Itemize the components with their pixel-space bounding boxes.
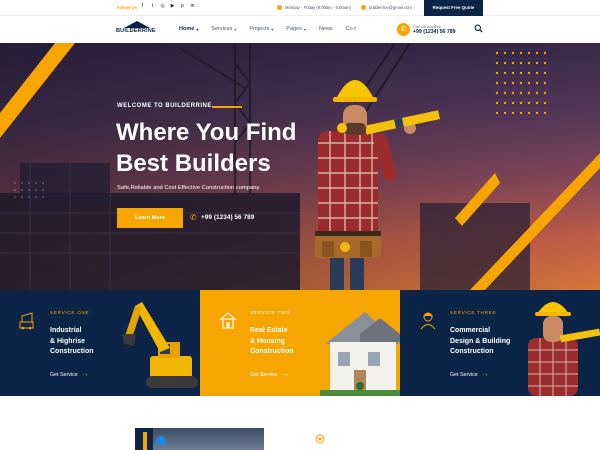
get-service-link[interactable]: Get Service → bbox=[50, 371, 89, 378]
nav-label: Projects bbox=[249, 26, 270, 32]
email-text[interactable]: builderrine@gmail.com bbox=[369, 5, 412, 10]
hero-background-art bbox=[0, 43, 600, 290]
blue-badge bbox=[156, 436, 166, 446]
learn-more-button[interactable]: Learn More bbox=[117, 208, 183, 228]
logo-roof-mark bbox=[124, 21, 150, 28]
nav-label: Services bbox=[211, 26, 233, 32]
crane-icon bbox=[19, 312, 34, 330]
hero-headline: Where You Find Best Builders bbox=[116, 117, 296, 179]
engineer-icon bbox=[420, 312, 436, 330]
chevron-down-icon: ▾ bbox=[303, 26, 306, 32]
arrow-right-icon: → bbox=[481, 371, 489, 378]
service-card-commercial[interactable]: SERVICE THREE Commercial Design & Buildi… bbox=[400, 290, 600, 396]
get-service-link[interactable]: Get Service → bbox=[450, 371, 489, 378]
youtube-icon[interactable]: ▶ bbox=[170, 4, 175, 9]
house-icon bbox=[219, 312, 237, 329]
pinterest-icon[interactable]: p bbox=[180, 4, 185, 9]
phone-icon: ✆ bbox=[190, 213, 197, 222]
excavator-illustration bbox=[122, 302, 198, 388]
service-title-line: Real Estate bbox=[250, 327, 288, 334]
hero-headline-line2: Best Builders bbox=[116, 150, 271, 177]
nav-item-pages[interactable]: Pages ▾ bbox=[286, 26, 306, 32]
chevron-down-icon: ▾ bbox=[234, 26, 237, 32]
service-title: Real Estate & Housing Construction bbox=[250, 326, 320, 358]
email-info[interactable]: builderrine@gmail.com bbox=[361, 5, 412, 10]
nav-label: Pages bbox=[286, 26, 302, 32]
service-title-line: Design & Building bbox=[450, 337, 511, 345]
logo[interactable]: BUILDERRINE bbox=[116, 21, 158, 35]
hours-info: Monday - Friday (9:00am - 5:00am) bbox=[277, 5, 351, 10]
call-number[interactable]: +99 (1234) 56 789 bbox=[413, 29, 456, 35]
main-nav: Home ▾ Services ▾ Projects ▾ Pages ▾ News Co… bbox=[179, 26, 369, 32]
get-service-label: Get Service bbox=[250, 371, 278, 378]
award-icon bbox=[315, 434, 325, 444]
hero-banner: WELCOME TO BUILDERRINE Where You Find Be… bbox=[0, 43, 600, 290]
service-label: SERVICE ONE bbox=[50, 311, 90, 316]
get-service-label: Get Service bbox=[450, 371, 478, 378]
logo-text: BUILDERRINE bbox=[116, 28, 156, 34]
twitter-icon[interactable]: t bbox=[150, 4, 155, 9]
top-bar: Follow Us f t ◎ ▶ p in Monday - Friday (… bbox=[0, 0, 600, 16]
service-label: SERVICE TWO bbox=[250, 311, 291, 316]
nav-item-contact[interactable]: Co t bbox=[346, 26, 356, 32]
hours-text: Monday - Friday (9:00am - 5:00am) bbox=[285, 5, 351, 10]
hero-tagline: Safe,Reliable and Cost Effective Constru… bbox=[117, 185, 261, 191]
service-title-line: & Highrise bbox=[50, 337, 86, 345]
builder-illustration bbox=[528, 302, 600, 396]
services-strip: SERVICE ONE Industrial & Highrise Constr… bbox=[0, 290, 600, 396]
clock-icon bbox=[277, 5, 282, 10]
welcome-accent-line bbox=[212, 106, 242, 108]
chevron-down-icon: ▾ bbox=[196, 26, 199, 32]
service-card-real-estate[interactable]: SERVICE TWO Real Estate & Housing Constr… bbox=[200, 290, 400, 396]
nav-item-projects[interactable]: Projects ▾ bbox=[249, 26, 273, 32]
nav-label: Home bbox=[179, 26, 195, 32]
facebook-icon[interactable]: f bbox=[140, 4, 145, 9]
main-header: BUILDERRINE Home ▾ Services ▾ Projects ▾ Pa… bbox=[0, 16, 600, 43]
social-links: f t ◎ ▶ p in bbox=[140, 4, 195, 9]
nav-label: News bbox=[318, 26, 333, 32]
hero-welcome: WELCOME TO BUILDERRINE bbox=[117, 103, 212, 109]
linkedin-icon[interactable]: in bbox=[190, 4, 195, 9]
service-title-line: Construction bbox=[50, 348, 94, 355]
hero-phone[interactable]: +99 (1234) 56 789 bbox=[201, 214, 254, 221]
instagram-icon[interactable]: ◎ bbox=[160, 4, 165, 9]
service-title-line: Industrial bbox=[50, 327, 82, 334]
search-icon[interactable] bbox=[474, 24, 483, 33]
service-title-line: & Housing bbox=[250, 337, 285, 345]
follow-us-label: Follow Us bbox=[117, 5, 137, 10]
service-title-line: Construction bbox=[250, 348, 294, 355]
mail-icon bbox=[361, 5, 366, 10]
service-card-industrial[interactable]: SERVICE ONE Industrial & Highrise Constr… bbox=[0, 290, 200, 396]
get-service-label: Get Service bbox=[50, 371, 78, 378]
service-title-line: Commercial bbox=[450, 327, 491, 334]
nav-item-news[interactable]: News bbox=[319, 26, 333, 32]
nav-label: Co t bbox=[345, 26, 356, 32]
about-image bbox=[135, 428, 264, 450]
house-illustration bbox=[320, 312, 400, 396]
arrow-right-icon: → bbox=[81, 371, 89, 378]
service-title-line: Construction bbox=[450, 348, 494, 355]
about-photo bbox=[153, 428, 264, 450]
chevron-down-icon: ▾ bbox=[271, 26, 274, 32]
arrow-right-icon: → bbox=[281, 371, 289, 378]
service-title: Commercial Design & Building Constructio… bbox=[450, 326, 520, 358]
hero-headline-line1: Where You Find bbox=[116, 119, 297, 146]
service-title: Industrial & Highrise Construction bbox=[50, 326, 120, 358]
service-label: SERVICE THREE bbox=[450, 311, 497, 316]
nav-item-home[interactable]: Home ▾ bbox=[179, 26, 198, 32]
get-service-link[interactable]: Get Service → bbox=[250, 371, 289, 378]
accent-bar bbox=[143, 432, 147, 450]
phone-icon: ✆ bbox=[397, 23, 410, 36]
request-quote-button[interactable]: Request Free Quote bbox=[424, 0, 483, 16]
nav-item-services[interactable]: Services ▾ bbox=[211, 26, 236, 32]
